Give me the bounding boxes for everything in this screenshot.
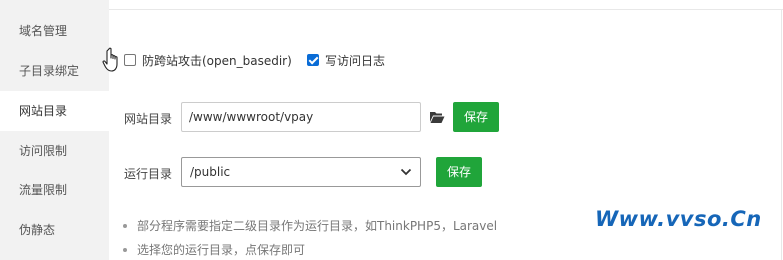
content-right-border — [781, 9, 782, 260]
tip-text-1: 部分程序需要指定二级目录作为运行目录，如ThinkPHP5，Laravel — [137, 219, 498, 233]
sidebar-item-access-restriction[interactable]: 访问限制 — [0, 131, 109, 171]
run-dir-label: 运行目录 — [124, 167, 173, 181]
hand-pointer-cursor-icon — [102, 47, 118, 72]
content-top-border — [109, 9, 783, 10]
watermark-text: Www.vvso.Cn — [595, 207, 762, 231]
run-dir-selected-value: /public — [190, 165, 231, 179]
access-log-checkbox[interactable] — [307, 54, 319, 66]
run-dir-save-button[interactable]: 保存 — [436, 157, 482, 187]
access-log-option[interactable]: 写访问日志 — [307, 51, 385, 69]
access-log-label: 写访问日志 — [325, 53, 386, 68]
tip-line-1: 部分程序需要指定二级目录作为运行目录，如ThinkPHP5，Laravel — [123, 217, 497, 234]
bullet-icon — [123, 223, 127, 228]
site-dir-input[interactable] — [181, 102, 421, 132]
site-dir-save-button[interactable]: 保存 — [453, 102, 499, 132]
site-dir-label: 网站目录 — [124, 112, 173, 126]
sidebar-item-rewrite[interactable]: 伪静态 — [0, 210, 109, 250]
tip-line-2: 选择您的运行目录，点保存即可 — [123, 241, 305, 258]
anti-cross-site-label: 防跨站攻击(open_basedir) — [142, 53, 292, 68]
settings-sidebar: 域名管理 子目录绑定 网站目录 访问限制 流量限制 伪静态 — [0, 0, 109, 260]
chevron-down-icon — [400, 168, 412, 176]
bullet-icon — [123, 247, 127, 252]
run-dir-select[interactable]: /public — [181, 157, 421, 187]
sidebar-item-subdirectory-binding[interactable]: 子目录绑定 — [0, 51, 109, 91]
sidebar-item-site-directory[interactable]: 网站目录 — [0, 91, 109, 131]
folder-open-icon[interactable] — [429, 110, 445, 124]
sidebar-item-traffic-limit[interactable]: 流量限制 — [0, 170, 109, 210]
tip-text-2: 选择您的运行目录，点保存即可 — [137, 243, 306, 257]
anti-cross-site-checkbox[interactable] — [124, 54, 136, 66]
anti-cross-site-option[interactable]: 防跨站攻击(open_basedir) — [124, 51, 292, 69]
sidebar-item-domain-management[interactable]: 域名管理 — [0, 11, 109, 51]
